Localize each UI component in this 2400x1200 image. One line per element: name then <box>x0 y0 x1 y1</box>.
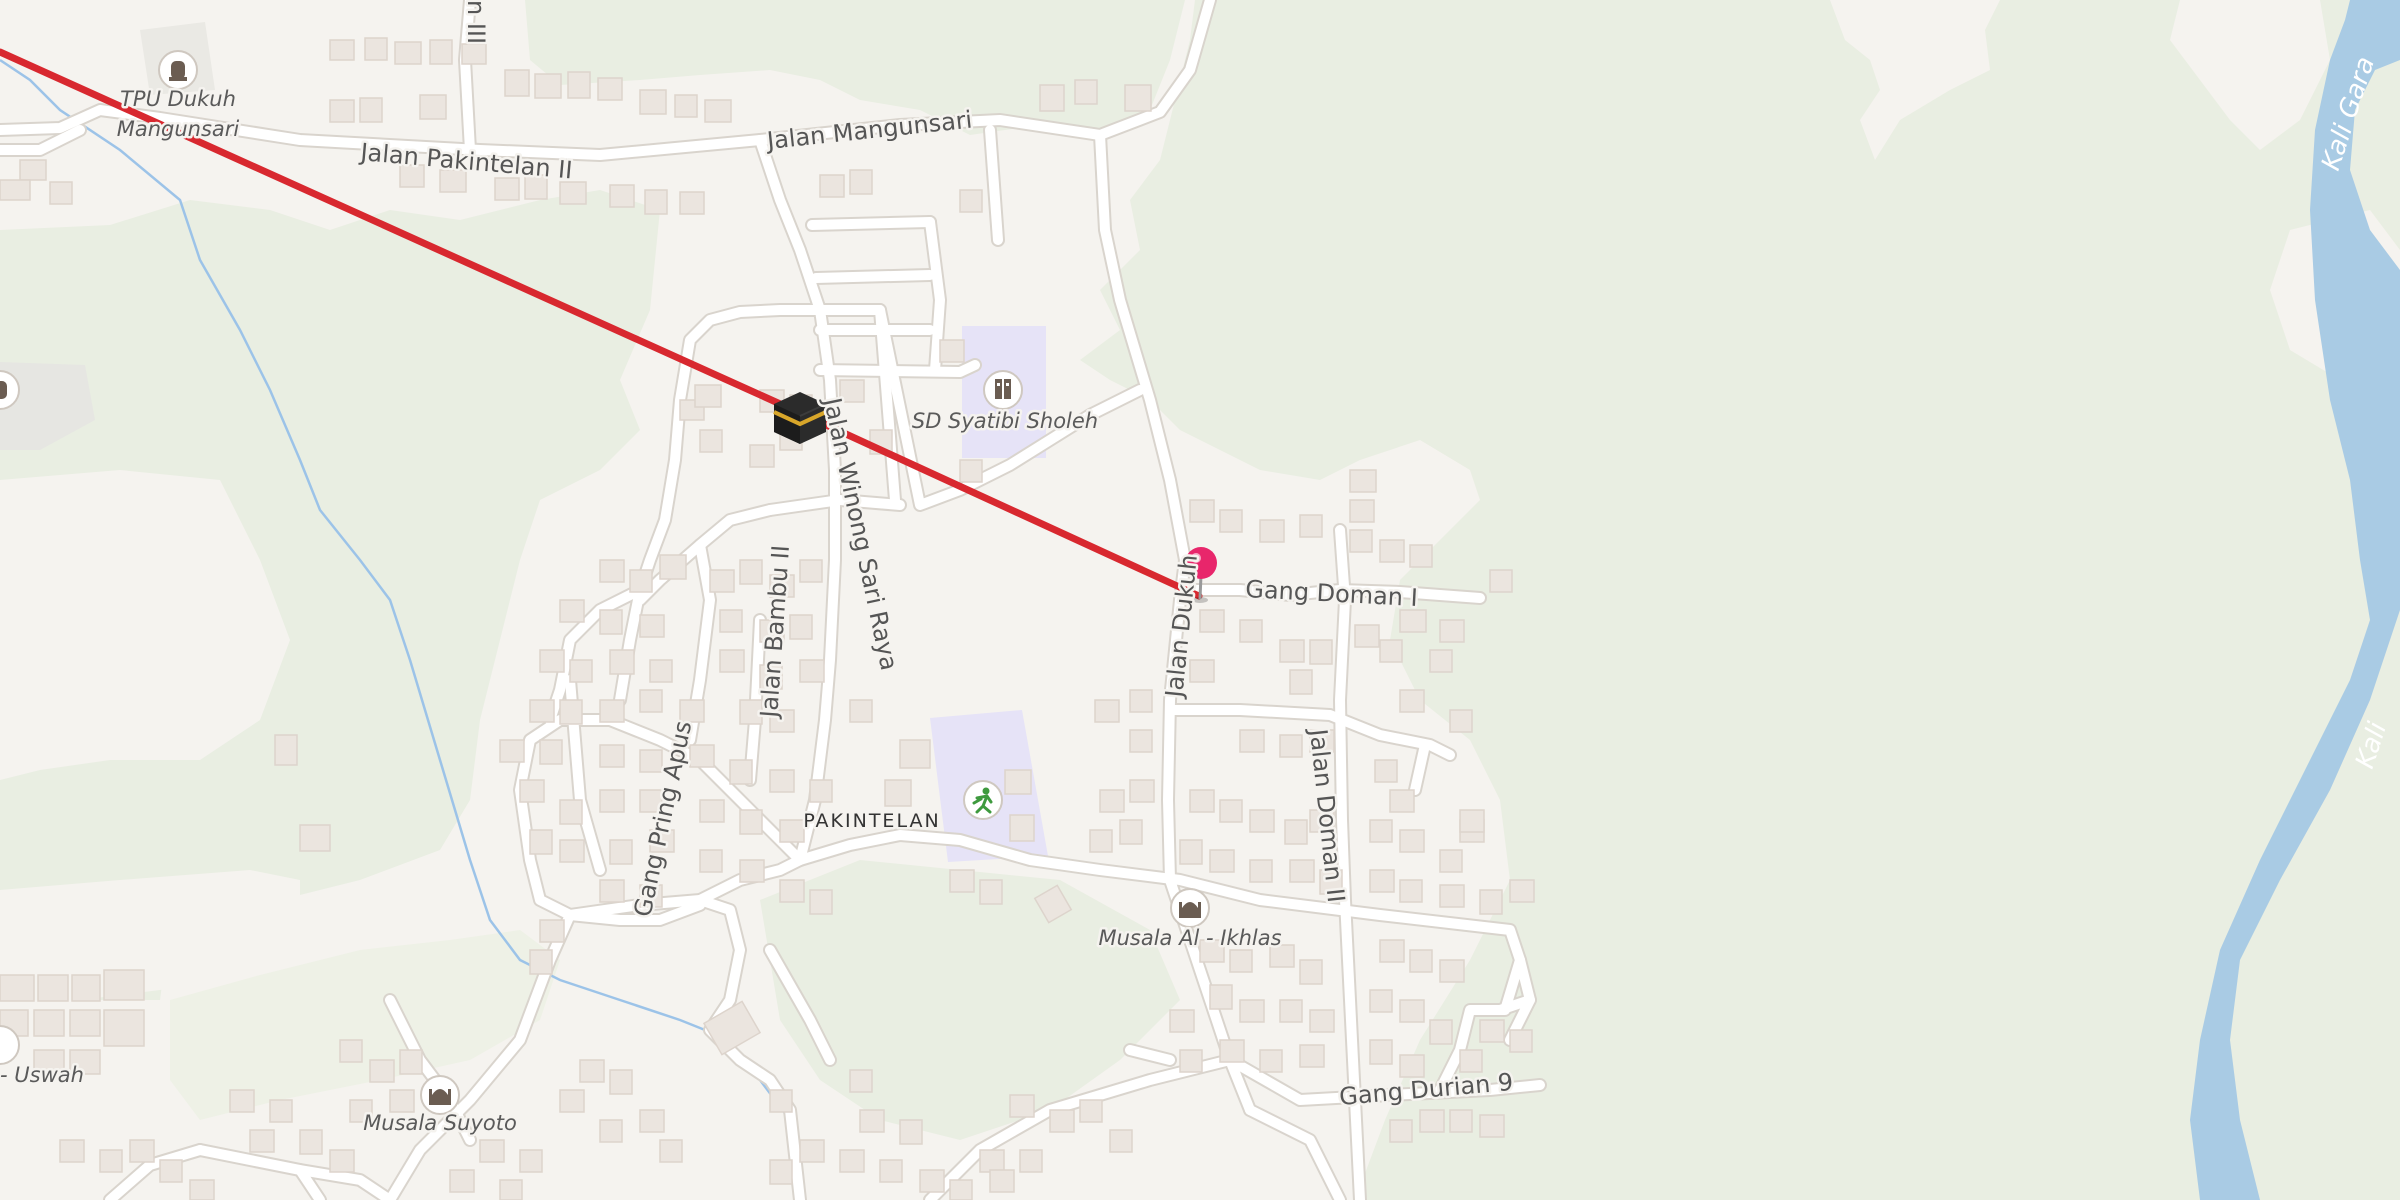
place-labels: PAKINTELAN <box>801 808 941 835</box>
place-label-pakintelan: PAKINTELAN <box>803 810 940 832</box>
poi-label-tpu-dukuh-line2: Mangunsari <box>117 117 240 141</box>
map-canvas[interactable]: Jalan Mangunsari Jalan Pakintelan II n I… <box>0 0 2400 1200</box>
school-icon[interactable] <box>983 370 1023 410</box>
road-label-jalan-iii: n III <box>462 0 490 44</box>
poi-label-musala-suyoto: Musala Suyoto <box>363 1111 517 1135</box>
map-view[interactable]: Jalan Mangunsari Jalan Pakintelan II n I… <box>0 0 2400 1200</box>
poi-label-tpu-dukuh-line1: TPU Dukuh <box>120 87 236 111</box>
poi-label-uswah: - Uswah <box>0 1063 84 1087</box>
mosque-icon[interactable] <box>420 1075 460 1115</box>
poi-label-sd-syatibi-sholeh: SD Syatibi Sholeh <box>912 409 1098 433</box>
poi-label-musala-al-ikhlas: Musala Al - Ikhlas <box>1098 926 1281 950</box>
sports-icon[interactable] <box>963 780 1003 820</box>
mosque-icon[interactable] <box>1170 888 1210 928</box>
cemetery-icon[interactable] <box>158 50 198 90</box>
